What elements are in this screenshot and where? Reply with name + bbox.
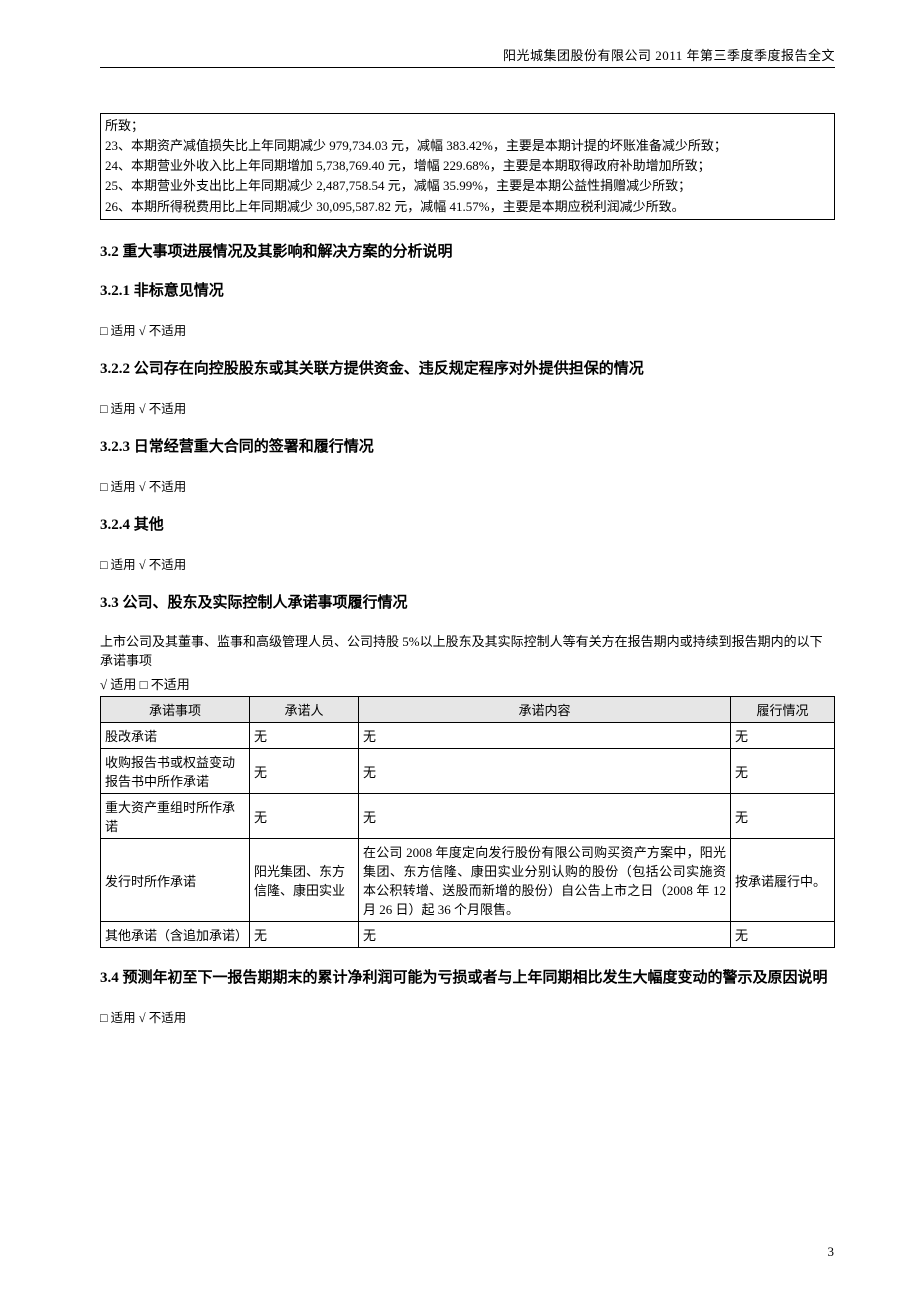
heading-3-2-4: 3.2.4 其他 [100,515,835,536]
table-header-row: 承诺事项 承诺人 承诺内容 履行情况 [101,697,835,723]
cell: 无 [250,922,359,948]
commitments-table: 承诺事项 承诺人 承诺内容 履行情况 股改承诺 无 无 无 收购报告书或权益变动… [100,696,835,948]
page-number: 3 [828,1244,835,1260]
applicable-check: √ 适用 □ 不适用 [100,675,835,695]
heading-3-2-1: 3.2.1 非标意见情况 [100,281,835,302]
page-container: 阳光城集团股份有限公司 2011 年第三季度季度报告全文 所致； 23、本期资产… [0,0,920,1302]
table-row: 股改承诺 无 无 无 [101,723,835,749]
box-line: 25、本期营业外支出比上年同期减少 2,487,758.54 元，减幅 35.9… [105,176,830,196]
heading-3-2-2: 3.2.2 公司存在向控股股东或其关联方提供资金、违反规定程序对外提供担保的情况 [100,359,835,380]
heading-3-4: 3.4 预测年初至下一报告期期末的累计净利润可能为亏损或者与上年同期相比发生大幅… [100,968,835,989]
cell: 在公司 2008 年度定向发行股份有限公司购买资产方案中，阳光集团、东方信隆、康… [359,839,731,922]
cell: 无 [731,922,835,948]
cell: 无 [731,723,835,749]
th-content: 承诺内容 [359,697,731,723]
cell: 无 [250,794,359,839]
table-row: 重大资产重组时所作承诺 无 无 无 [101,794,835,839]
table-row: 收购报告书或权益变动报告书中所作承诺 无 无 无 [101,749,835,794]
cell: 无 [359,749,731,794]
section-3-3-intro: 上市公司及其董事、监事和高级管理人员、公司持股 5%以上股东及其实际控制人等有关… [100,632,835,671]
cell: 股改承诺 [101,723,250,749]
th-person: 承诺人 [250,697,359,723]
cell: 重大资产重组时所作承诺 [101,794,250,839]
box-line: 所致； [105,116,830,136]
cell: 按承诺履行中。 [731,839,835,922]
heading-3-2-3: 3.2.3 日常经营重大合同的签署和履行情况 [100,437,835,458]
cell: 其他承诺（含追加承诺） [101,922,250,948]
cell: 无 [731,749,835,794]
applicable-check: □ 适用 √ 不适用 [100,554,835,573]
th-status: 履行情况 [731,697,835,723]
applicable-check: □ 适用 √ 不适用 [100,476,835,495]
cell: 无 [250,723,359,749]
box-line: 24、本期营业外收入比上年同期增加 5,738,769.40 元，增幅 229.… [105,156,830,176]
applicable-check: □ 适用 √ 不适用 [100,1007,835,1026]
cell: 发行时所作承诺 [101,839,250,922]
cell: 无 [359,922,731,948]
table-row: 其他承诺（含追加承诺） 无 无 无 [101,922,835,948]
cell: 收购报告书或权益变动报告书中所作承诺 [101,749,250,794]
box-line: 26、本期所得税费用比上年同期减少 30,095,587.82 元，减幅 41.… [105,197,830,217]
box-line: 23、本期资产减值损失比上年同期减少 979,734.03 元，减幅 383.4… [105,136,830,156]
cell: 阳光集团、东方信隆、康田实业 [250,839,359,922]
notes-box: 所致； 23、本期资产减值损失比上年同期减少 979,734.03 元，减幅 3… [100,113,835,220]
cell: 无 [731,794,835,839]
table-row: 发行时所作承诺 阳光集团、东方信隆、康田实业 在公司 2008 年度定向发行股份… [101,839,835,922]
cell: 无 [250,749,359,794]
applicable-check: □ 适用 √ 不适用 [100,320,835,339]
heading-3-3: 3.3 公司、股东及实际控制人承诺事项履行情况 [100,593,835,614]
cell: 无 [359,794,731,839]
heading-3-2: 3.2 重大事项进展情况及其影响和解决方案的分析说明 [100,242,835,263]
page-header: 阳光城集团股份有限公司 2011 年第三季度季度报告全文 [100,45,835,68]
applicable-check: □ 适用 √ 不适用 [100,398,835,417]
th-item: 承诺事项 [101,697,250,723]
cell: 无 [359,723,731,749]
